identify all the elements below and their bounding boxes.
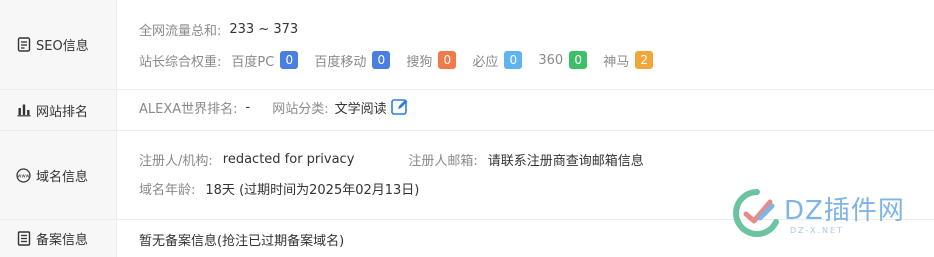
registrant-line: 注册人/机构: redacted for privacy 注册人邮箱: 请联系注… <box>139 149 644 169</box>
alexa-label: ALEXA世界排名: <box>139 101 238 117</box>
engine-name-baidu-mobile: 百度移动 <box>314 54 367 70</box>
edit-icon[interactable] <box>390 98 409 116</box>
weight-line: 站长综合权重: 百度PC 0 百度移动 0 搜狗 0 必应 0 360 0 神马… <box>139 50 669 70</box>
rank-label-cell: 网站排名 <box>0 90 117 130</box>
rank-label: 网站排名 <box>36 104 89 120</box>
seo-label-cell: SEO信息 <box>0 0 117 89</box>
badge-baidu-pc[interactable]: 0 <box>280 51 299 69</box>
registrant-value: redacted for privacy <box>222 151 355 167</box>
icp-value: 暂无备案信息(抢注已过期备案域名) <box>139 233 345 249</box>
age-label: 域名年龄: <box>139 182 196 198</box>
dz-brand-text: DZ插件网 <box>784 196 905 226</box>
traffic-value: 233 ~ 373 <box>229 21 299 37</box>
badge-bing[interactable]: 0 <box>504 51 523 69</box>
age-line: 域名年龄: 18天 (过期时间为2025年02月13日) <box>139 178 419 198</box>
rank-row: 网站排名 ALEXA世界排名: - 网站分类: 文学阅读 <box>0 90 934 131</box>
engine-name-baidu-pc: 百度PC <box>231 54 275 70</box>
email-value: 请联系注册商查询邮箱信息 <box>487 153 644 169</box>
badge-shenma[interactable]: 2 <box>635 51 654 69</box>
icp-label: 备案信息 <box>36 233 89 248</box>
engine-name-sogou: 搜狗 <box>406 54 433 70</box>
www-globe-icon: www <box>16 167 31 183</box>
engine-name-shenma: 神马 <box>603 54 630 70</box>
category-value: 文学阅读 <box>334 101 387 117</box>
badge-360[interactable]: 0 <box>569 51 588 69</box>
bar-chart-icon <box>16 103 31 118</box>
document-icon <box>16 37 31 52</box>
age-value: 18天 (过期时间为2025年02月13日) <box>205 182 420 198</box>
svg-text:www: www <box>17 173 29 179</box>
badge-baidu-mobile[interactable]: 0 <box>372 51 391 69</box>
rank-line: ALEXA世界排名: - 网站分类: 文学阅读 <box>139 97 409 117</box>
email-label: 注册人邮箱: <box>408 153 478 169</box>
site-info-panel: SEO信息 全网流量总和: 233 ~ 373 站长综合权重: 百度PC 0 百… <box>0 0 934 257</box>
alexa-value: - <box>245 99 251 115</box>
seo-row: SEO信息 全网流量总和: 233 ~ 373 站长综合权重: 百度PC 0 百… <box>0 0 934 90</box>
domain-label-cell: www 域名信息 <box>0 131 117 219</box>
badge-sogou[interactable]: 0 <box>438 51 457 69</box>
domain-label: 域名信息 <box>36 169 89 185</box>
category-label: 网站分类: <box>272 101 329 117</box>
registrant-label: 注册人/机构: <box>139 153 213 169</box>
seo-label: SEO信息 <box>36 39 89 54</box>
icp-line: 暂无备案信息(抢注已过期备案域名) <box>139 229 344 249</box>
weight-label: 站长综合权重: <box>139 54 222 70</box>
dz-logo-icon <box>733 189 779 237</box>
engine-name-bing: 必应 <box>472 54 499 70</box>
traffic-label: 全网流量总和: <box>139 23 222 39</box>
dz-watermark-logo: DZ插件网 DZ-X.NET <box>732 186 922 242</box>
engine-name-360: 360 <box>538 52 564 68</box>
record-document-icon <box>16 231 31 246</box>
traffic-line: 全网流量总和: 233 ~ 373 <box>139 19 298 39</box>
icp-label-cell: 备案信息 <box>0 220 117 257</box>
dz-brand-sub: DZ-X.NET <box>790 226 844 235</box>
